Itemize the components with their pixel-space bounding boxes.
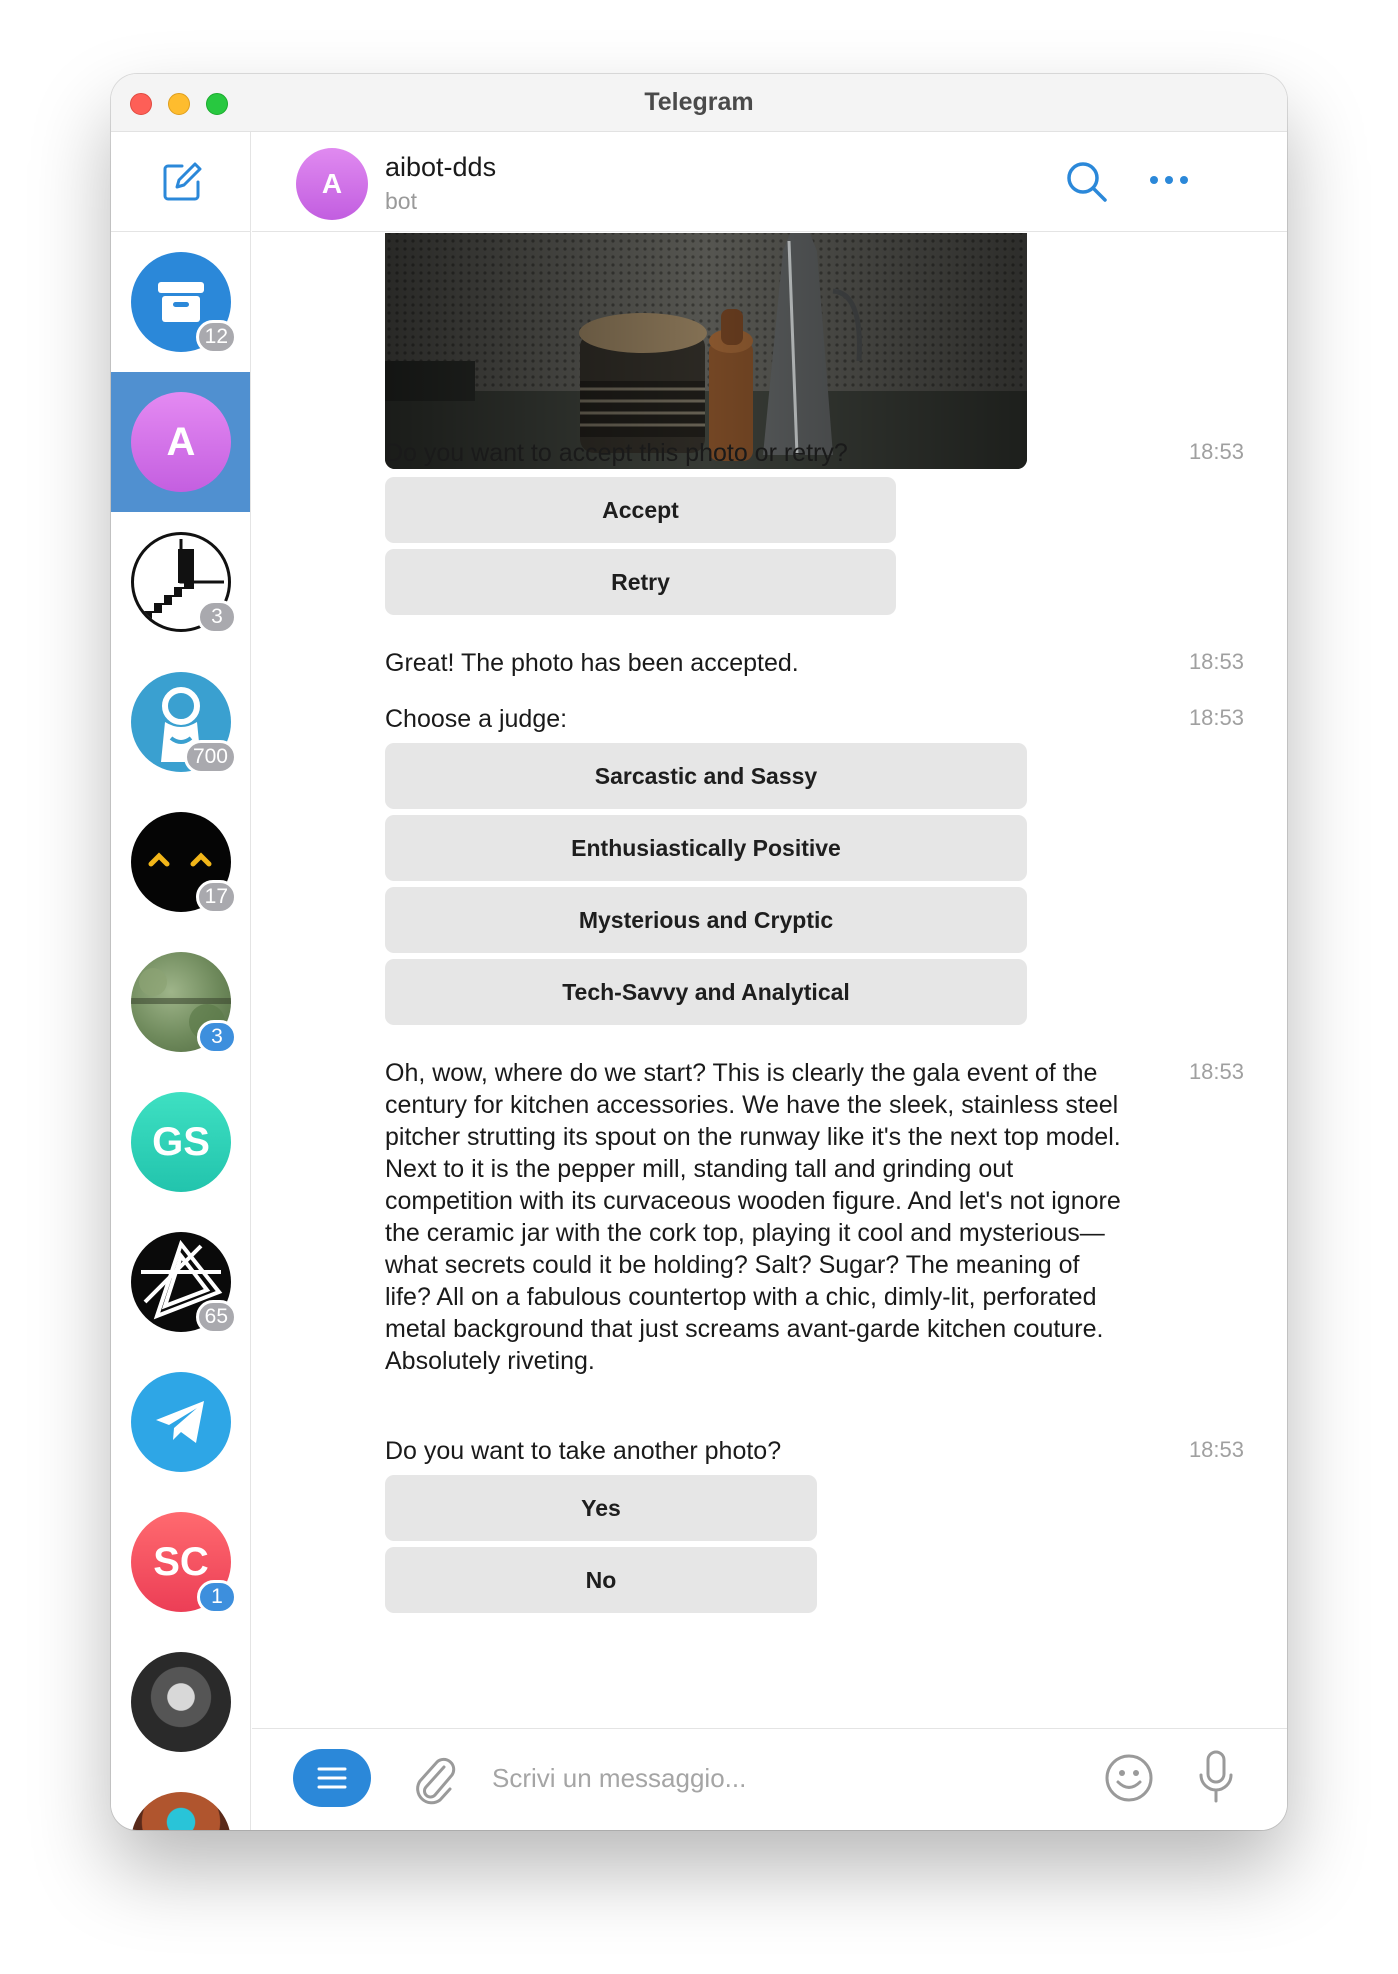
- unread-badge: 3: [197, 1020, 237, 1054]
- message-time: 18:53: [1188, 1059, 1244, 1084]
- title-bar: Telegram: [111, 74, 1287, 132]
- message-time: 18:53: [1188, 1437, 1244, 1462]
- message-composer: [252, 1728, 1287, 1830]
- retry-button[interactable]: Retry: [385, 549, 896, 615]
- sidebar-item-telegram-chat[interactable]: [111, 1352, 250, 1492]
- sidebar-item-blue-character-chat[interactable]: 700: [111, 652, 250, 792]
- chat-name[interactable]: aibot-dds: [385, 152, 496, 183]
- unread-badge: 3: [197, 600, 237, 634]
- yes-button[interactable]: Yes: [385, 1475, 817, 1541]
- smiley-icon: [1105, 1754, 1153, 1802]
- message-list[interactable]: Do you want to accept this photo or retr…: [252, 233, 1287, 1728]
- avatar: A: [131, 392, 231, 492]
- judge-sarcastic-button[interactable]: Sarcastic and Sassy: [385, 743, 1027, 809]
- menu-icon: [317, 1767, 347, 1789]
- unread-badge: 700: [183, 740, 237, 774]
- sidebar-item-aibot-dds[interactable]: A: [111, 372, 250, 512]
- attach-button[interactable]: [412, 1753, 458, 1810]
- compose-icon: [163, 162, 202, 201]
- compose-button[interactable]: [111, 132, 250, 232]
- sidebar-item-gs-chat[interactable]: GS: [111, 1072, 250, 1212]
- message-input[interactable]: [492, 1755, 992, 1801]
- message-time: 18:53: [1188, 705, 1244, 730]
- accept-button[interactable]: Accept: [385, 477, 896, 543]
- chat-header: A aibot-dds bot: [252, 132, 1287, 232]
- sidebar-item-staircase-channel[interactable]: 3: [111, 512, 250, 652]
- unread-badge: 17: [195, 880, 237, 914]
- search-icon: [1067, 162, 1107, 202]
- unread-badge: 65: [195, 1300, 237, 1334]
- chat-sidebar: 12 A 3 700 17 3 GS 65 SC 1: [111, 132, 251, 1830]
- bot-menu-button[interactable]: [293, 1749, 371, 1807]
- sidebar-item-partial-chat[interactable]: [111, 1772, 250, 1830]
- sidebar-item-sc-chat[interactable]: SC 1: [111, 1492, 250, 1632]
- message-time: 18:53: [1188, 439, 1244, 464]
- message-text: Do you want to accept this photo or retr…: [385, 439, 848, 467]
- window-title: Telegram: [644, 88, 754, 116]
- avatar: [131, 1652, 231, 1752]
- avatar: [131, 1792, 231, 1830]
- message-text: Do you want to take another photo?: [385, 1437, 782, 1465]
- search-button[interactable]: [1065, 160, 1109, 209]
- message-photo[interactable]: [385, 233, 1027, 469]
- sidebar-item-archive[interactable]: 12: [111, 232, 250, 372]
- paperclip-icon: [416, 1757, 456, 1805]
- message-text: Oh, wow, where do we start? This is clea…: [385, 1059, 1121, 1375]
- telegram-window: Telegram 12 A 3 700 17 3 GS 65 SC 1 A ai…: [111, 74, 1287, 1830]
- unread-badge: 12: [195, 320, 237, 354]
- message-text: Choose a judge:: [385, 705, 568, 733]
- judge-enthusiastic-button[interactable]: Enthusiastically Positive: [385, 815, 1027, 881]
- chat-avatar[interactable]: A: [296, 148, 368, 220]
- judge-mysterious-button[interactable]: Mysterious and Cryptic: [385, 887, 1027, 953]
- sidebar-item-black-face-chat[interactable]: 17: [111, 792, 250, 932]
- emoji-button[interactable]: [1104, 1753, 1154, 1808]
- unread-badge: 1: [197, 1580, 237, 1614]
- telegram-plane-icon: [131, 1372, 231, 1472]
- sidebar-item-portrait-chat[interactable]: [111, 1632, 250, 1772]
- chat-subtitle: bot: [385, 188, 417, 214]
- microphone-icon: [1199, 1750, 1233, 1803]
- avatar: GS: [131, 1092, 231, 1192]
- more-dots-icon: [1150, 176, 1188, 184]
- more-options-button[interactable]: [1147, 172, 1191, 193]
- judge-tech-savvy-button[interactable]: Tech-Savvy and Analytical: [385, 959, 1027, 1025]
- message-text: Great! The photo has been accepted.: [385, 649, 799, 677]
- sidebar-item-forest-photo-chat[interactable]: 3: [111, 932, 250, 1072]
- voice-message-button[interactable]: [1196, 1749, 1236, 1810]
- sidebar-item-geometric-chat[interactable]: 65: [111, 1212, 250, 1352]
- no-button[interactable]: No: [385, 1547, 817, 1613]
- message-time: 18:53: [1188, 649, 1244, 674]
